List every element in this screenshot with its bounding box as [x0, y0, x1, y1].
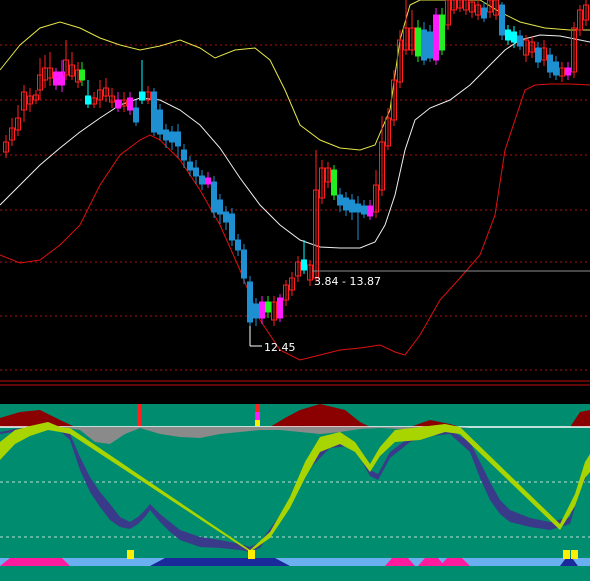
bollinger-lower-band [0, 83, 590, 361]
yellow-marker-2 [248, 550, 255, 559]
candle-body [247, 281, 253, 323]
candle-body [355, 203, 361, 213]
candle-body [169, 131, 175, 143]
candle-body [259, 301, 265, 319]
candle-body [499, 4, 505, 36]
candle-body [229, 213, 235, 241]
candle-body [565, 67, 571, 76]
candle-body [337, 194, 343, 206]
candle-body [79, 69, 85, 81]
candle-body [511, 31, 517, 43]
candle-body [331, 169, 337, 196]
candle-body [301, 259, 307, 271]
candle-body [151, 91, 157, 133]
candle-body [361, 205, 367, 215]
candle-body [139, 91, 145, 101]
candle-body [343, 197, 349, 211]
candle-body [217, 199, 223, 215]
candle-body [187, 161, 193, 171]
candle-body [277, 297, 283, 319]
yellow-marker-3 [563, 550, 570, 559]
candle-body [433, 14, 439, 61]
bottom-band-magenta-1 [0, 558, 70, 566]
red-bar-marker [137, 404, 141, 428]
candle-body [235, 239, 241, 251]
candle-body [163, 129, 169, 141]
candle-body [415, 27, 421, 57]
candle-body [157, 109, 163, 135]
candle-body [505, 29, 511, 41]
candle-body [553, 61, 559, 76]
candle-body [133, 107, 139, 123]
price-chart-panel[interactable]: 3.84 - 13.87 12.45 [0, 0, 590, 382]
candle-body [241, 249, 247, 279]
candle-body [367, 205, 373, 217]
magenta-bar-marker-top [255, 412, 260, 420]
bottom-band-blue [0, 558, 590, 566]
low-price-label: 12.45 [264, 341, 296, 354]
bollinger-middle-band [0, 34, 590, 249]
candle-body [85, 95, 91, 105]
candle-body [53, 71, 59, 86]
candle-body [427, 31, 433, 59]
candle-body [181, 149, 187, 161]
candle-body [193, 167, 199, 177]
candle-body [517, 35, 523, 47]
candle-body [175, 131, 181, 147]
candlestick-series[interactable] [3, 0, 589, 328]
yellow-marker-1 [127, 550, 134, 559]
bottom-band-navy [150, 558, 290, 566]
candle-body [547, 54, 553, 73]
candle-body [481, 7, 487, 19]
candle-body [199, 175, 205, 185]
yellow-bar-marker-top [255, 420, 260, 426]
candle-body [115, 99, 121, 109]
candle-body [349, 199, 355, 213]
candle-body [223, 211, 229, 223]
candle-body [127, 97, 133, 111]
indicator-panel[interactable] [0, 382, 590, 581]
candle-body [439, 14, 445, 51]
candle-body [205, 177, 211, 185]
range-label: 3.84 - 13.87 [314, 275, 381, 288]
candle-body [253, 303, 259, 319]
candle-body [421, 29, 427, 61]
candle-body [265, 301, 271, 313]
candle-body [211, 181, 217, 213]
yellow-marker-4 [571, 550, 578, 559]
candle-body [535, 47, 541, 63]
